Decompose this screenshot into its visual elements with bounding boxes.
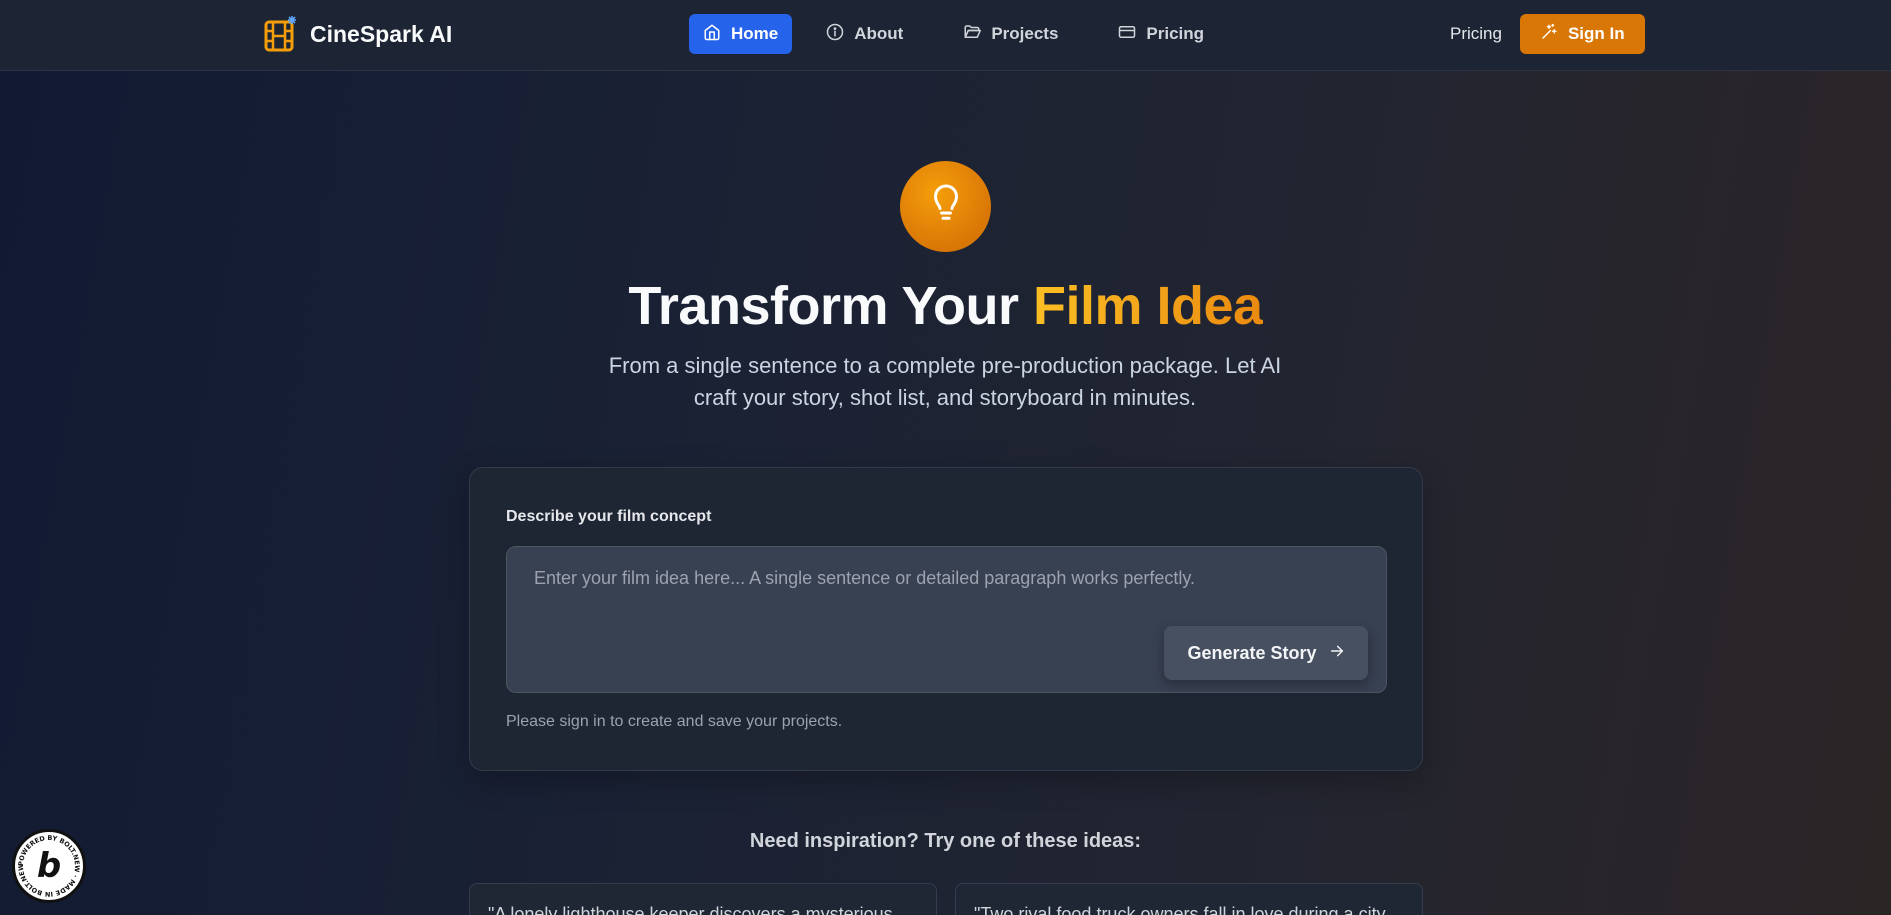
arrow-right-icon bbox=[1329, 643, 1345, 664]
idea-card[interactable]: "A lonely lighthouse keeper discovers a … bbox=[469, 883, 937, 915]
nav-pricing[interactable]: Pricing bbox=[1092, 14, 1230, 54]
idea-card[interactable]: "Two rival food truck owners fall in lov… bbox=[955, 883, 1423, 915]
nav-pricing-label: Pricing bbox=[1146, 24, 1205, 43]
idea-text: "A lonely lighthouse keeper discovers a … bbox=[488, 904, 893, 915]
hero-subtitle: From a single sentence to a complete pre… bbox=[608, 353, 1282, 410]
svg-text:POWERED BY BOLT.NEW · MADE IN: POWERED BY BOLT.NEW · MADE IN BOLT.NEW · bbox=[15, 832, 81, 898]
nav-projects[interactable]: Projects bbox=[937, 14, 1084, 54]
home-icon bbox=[703, 23, 721, 46]
concept-label: Describe your film concept bbox=[506, 508, 712, 525]
hero-title: Transform Your Film Idea bbox=[0, 275, 1891, 337]
main-nav: Home About Projects Pricing bbox=[689, 14, 1230, 54]
nav-about-label: About bbox=[854, 24, 904, 43]
sparkles-icon bbox=[1540, 23, 1558, 46]
idea-text: "Two rival food truck owners fall in lov… bbox=[974, 904, 1386, 915]
nav-home[interactable]: Home bbox=[689, 14, 793, 54]
film-concept-card: Describe your film concept Enter your fi… bbox=[469, 467, 1423, 771]
brand-name: CineSpark AI bbox=[310, 20, 453, 47]
hero-title-main: Transform Your bbox=[628, 276, 1019, 336]
generate-story-label: Generate Story bbox=[1187, 642, 1317, 663]
textarea-placeholder: Enter your film idea here... A single se… bbox=[534, 568, 1196, 588]
film-icon bbox=[264, 16, 298, 52]
lightbulb-badge bbox=[900, 161, 991, 252]
nav-about[interactable]: About bbox=[800, 14, 929, 54]
brand-logo-link[interactable]: CineSpark AI bbox=[264, 16, 452, 52]
bolt-ring-text: POWERED BY BOLT.NEW · MADE IN BOLT.NEW · bbox=[15, 832, 81, 898]
sign-in-label: Sign In bbox=[1567, 24, 1625, 43]
hero-title-accent: Film Idea bbox=[1033, 276, 1263, 336]
top-navbar: CineSpark AI Home About Projects Pricing… bbox=[0, 0, 1891, 71]
bolt-badge[interactable]: POWERED BY BOLT.NEW · MADE IN BOLT.NEW ·… bbox=[12, 829, 86, 903]
sign-in-note: Please sign in to create and save your p… bbox=[506, 713, 843, 730]
nav-right: Pricing Sign In bbox=[1450, 14, 1645, 54]
lightbulb-icon bbox=[928, 184, 964, 229]
pricing-link[interactable]: Pricing bbox=[1450, 24, 1502, 44]
nav-projects-label: Projects bbox=[991, 24, 1059, 43]
info-icon bbox=[826, 23, 844, 46]
film-idea-textarea[interactable]: Enter your film idea here... A single se… bbox=[506, 546, 1387, 693]
credit-card-icon bbox=[1118, 23, 1136, 46]
generate-story-button[interactable]: Generate Story bbox=[1164, 626, 1368, 680]
sign-in-button[interactable]: Sign In bbox=[1519, 14, 1645, 54]
inspiration-title: Need inspiration? Try one of these ideas… bbox=[749, 830, 1142, 852]
folder-icon bbox=[963, 23, 982, 46]
nav-home-label: Home bbox=[731, 24, 779, 43]
